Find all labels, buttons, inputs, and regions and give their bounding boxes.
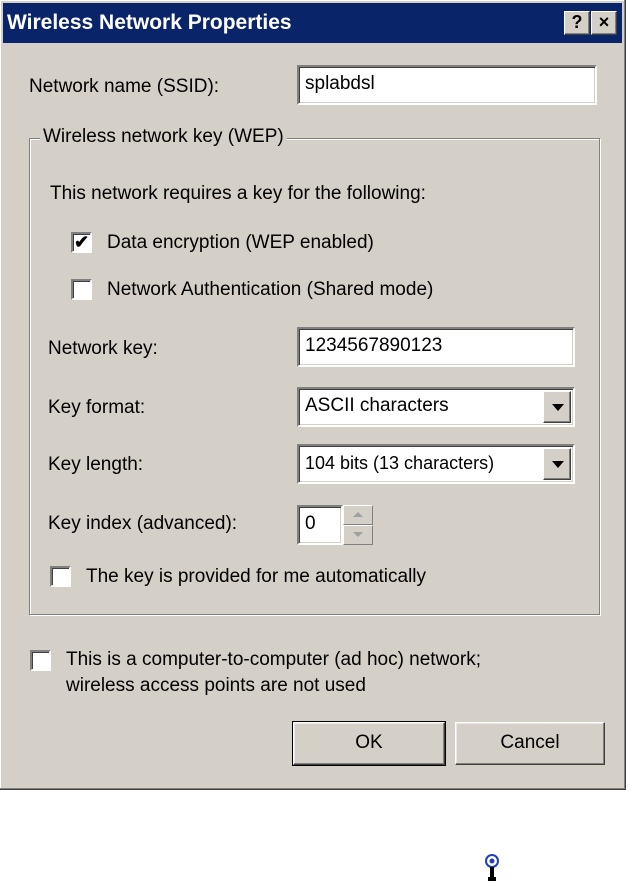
adhoc-label-line2: wireless access points are not used (66, 675, 366, 696)
key-index-spinner[interactable] (343, 505, 373, 545)
ssid-input[interactable]: splabdsl (297, 65, 597, 105)
wep-group-legend: Wireless network key (WEP) (40, 126, 287, 148)
key-index-label: Key index (advanced): (48, 513, 238, 534)
network-key-input[interactable]: 1234567890123 (297, 327, 575, 367)
title-bar[interactable]: Wireless Network Properties ? × (3, 3, 622, 43)
spin-down-icon[interactable] (343, 525, 373, 545)
help-button[interactable]: ? (564, 11, 590, 35)
wireless-network-properties-dialog: Wireless Network Properties ? × Network … (0, 0, 626, 790)
network-authentication-label: Network Authentication (Shared mode) (107, 279, 434, 300)
chevron-down-icon[interactable] (543, 448, 571, 480)
chevron-down-icon[interactable] (543, 391, 571, 423)
window-title: Wireless Network Properties (7, 11, 292, 34)
adhoc-checkbox[interactable] (30, 650, 51, 671)
close-button[interactable]: × (591, 11, 617, 35)
ssid-label: Network name (SSID): (29, 76, 220, 97)
data-encryption-label: Data encryption (WEP enabled) (107, 232, 374, 253)
ok-button[interactable]: OK (292, 721, 446, 766)
wireless-network-icon (485, 854, 499, 881)
key-length-select[interactable]: 104 bits (13 characters) (297, 444, 575, 484)
key-format-select[interactable]: ASCII characters (297, 387, 575, 427)
data-encryption-checkbox[interactable]: ✔ (71, 232, 92, 253)
key-length-label: Key length: (48, 454, 144, 475)
adhoc-label-line1: This is a computer-to-computer (ad hoc) … (66, 649, 481, 670)
network-authentication-checkbox[interactable] (71, 279, 92, 300)
auto-key-checkbox[interactable] (50, 566, 71, 587)
key-index-input[interactable]: 0 (297, 505, 343, 545)
cancel-button[interactable]: Cancel (455, 722, 605, 765)
network-key-label: Network key: (48, 338, 158, 359)
key-length-value: 104 bits (13 characters) (305, 453, 495, 473)
key-format-value: ASCII characters (305, 395, 449, 416)
spin-up-icon[interactable] (343, 505, 373, 525)
requires-key-label: This network requires a key for the foll… (50, 183, 426, 204)
checkmark-icon: ✔ (73, 232, 90, 252)
auto-key-label: The key is provided for me automatically (86, 566, 427, 587)
key-format-label: Key format: (48, 397, 146, 418)
